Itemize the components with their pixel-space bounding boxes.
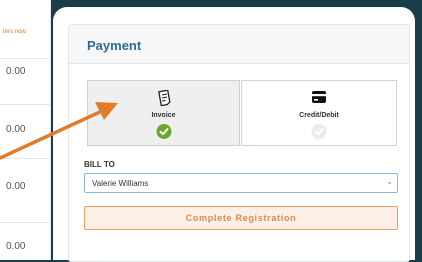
bill-to-value: Valerie Williams: [92, 179, 149, 188]
bill-to-label: BILL TO: [84, 160, 115, 169]
divider: [0, 158, 50, 159]
method-label: Invoice: [151, 112, 176, 119]
invoice-icon: [157, 89, 171, 111]
credit-card-icon: [311, 90, 327, 109]
divider: [0, 58, 50, 59]
method-label: Credit/Debit: [299, 112, 339, 119]
payment-method-invoice[interactable]: Invoice: [87, 80, 240, 146]
divider: [0, 104, 50, 105]
complete-registration-button[interactable]: Complete Registration: [84, 206, 398, 230]
chevron-down-icon: ⌄: [386, 177, 393, 186]
price-value: 0.00: [6, 241, 26, 252]
payment-method-credit-debit[interactable]: Credit/Debit: [241, 80, 397, 146]
payment-header: Payment: [69, 25, 409, 64]
price-value: 0.00: [6, 181, 26, 192]
check-icon: [156, 124, 171, 139]
payment-title: Payment: [87, 38, 142, 53]
payment-panel: Payment Invoice Credit/Debit BILL TO Val…: [68, 24, 410, 262]
left-summary-panel: ters now 0.00 0.00 0.00 0.00: [0, 0, 51, 260]
bill-to-select[interactable]: Valerie Williams ⌄: [84, 173, 398, 193]
left-panel-link[interactable]: ters now: [3, 29, 26, 35]
price-value: 0.00: [6, 66, 26, 77]
complete-registration-label: Complete Registration: [185, 213, 297, 223]
check-icon: [311, 124, 327, 139]
price-value: 0.00: [6, 124, 26, 135]
divider: [0, 222, 50, 223]
registration-card: Payment Invoice Credit/Debit BILL TO Val…: [53, 7, 415, 262]
